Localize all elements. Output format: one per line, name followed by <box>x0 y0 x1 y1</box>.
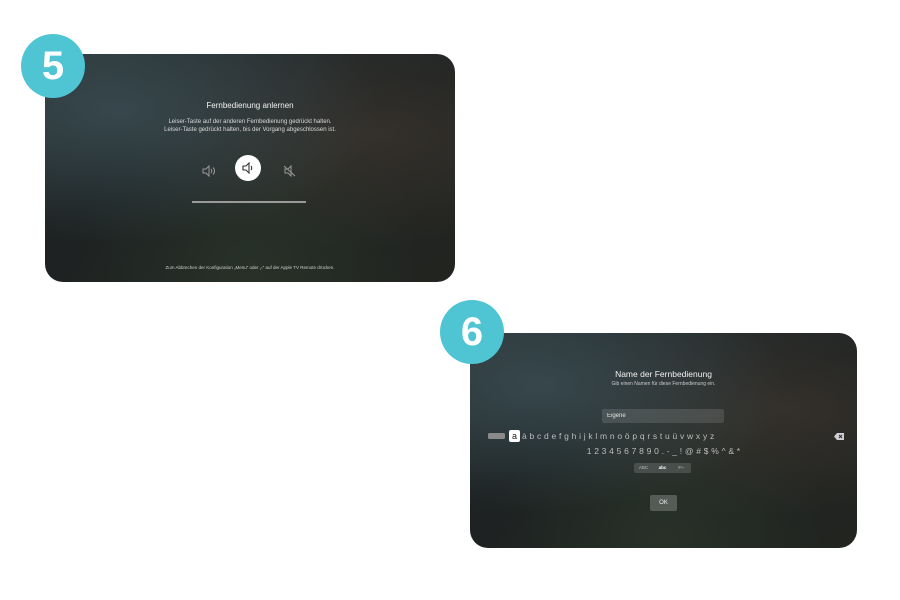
screen-title: Fernbedienung anlernen <box>206 101 294 110</box>
letter-keys[interactable]: à b c d e f g h i j k l m n o ö p q r s … <box>522 431 834 441</box>
volume-up-icon <box>197 158 223 184</box>
step-6-badge: 6 <box>440 300 504 364</box>
instruction-line-1: Leiser-Taste auf der anderen Fernbedienu… <box>168 119 332 125</box>
progress-bar <box>192 201 306 203</box>
mode-lowercase[interactable]: abc <box>653 463 672 473</box>
step-5-badge: 5 <box>21 34 85 98</box>
keyboard-digit-row[interactable]: 1 2 3 4 5 6 7 8 9 0 . - _ ! @ # $ % ^ & … <box>470 446 857 456</box>
remote-learning-screen: Fernbedienung anlernen Leiser-Taste auf … <box>45 54 455 282</box>
mute-icon <box>277 158 303 184</box>
remote-name-screen: Name der Fernbedienung Gib einen Namen f… <box>470 333 857 548</box>
volume-down-icon <box>235 155 261 181</box>
keyboard-mode-switch: ABC abc #+- <box>634 463 691 473</box>
mode-symbols[interactable]: #+- <box>672 463 691 473</box>
remote-name-input[interactable] <box>602 409 724 423</box>
instruction-line-2: Leiser-Taste gedrückt halten, bis der Vo… <box>164 127 336 133</box>
backspace-icon[interactable] <box>834 432 844 440</box>
keyboard-letter-row: a à b c d e f g h i j k l m n o ö p q r … <box>488 430 844 442</box>
selected-key[interactable]: a <box>509 430 520 442</box>
cancel-hint: Zum Abbrechen der Konfiguration „Menu“ o… <box>165 265 335 270</box>
mode-uppercase[interactable]: ABC <box>634 463 653 473</box>
space-key[interactable] <box>488 433 505 439</box>
screen-subtitle: Gib einen Namen für diese Fernbedienung … <box>611 381 716 387</box>
screen-title: Name der Fernbedienung <box>615 369 712 379</box>
ok-button[interactable]: OK <box>650 495 677 511</box>
